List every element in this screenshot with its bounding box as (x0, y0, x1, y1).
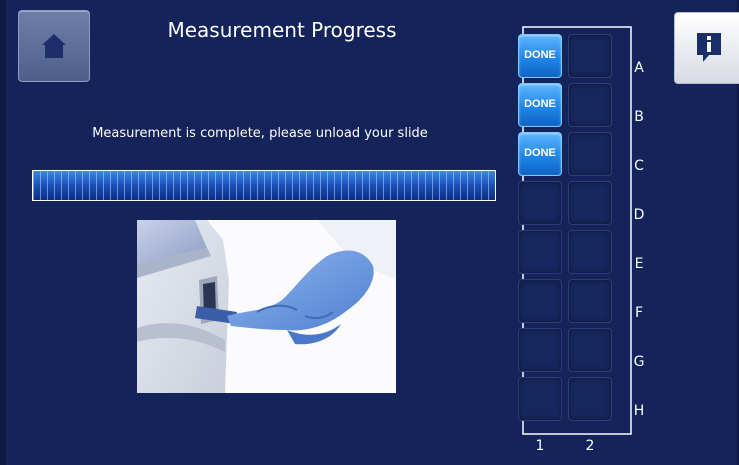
well-f2 (568, 279, 612, 323)
well-h1 (518, 377, 562, 421)
page-title: Measurement Progress (167, 18, 397, 42)
home-icon (42, 34, 66, 58)
well-h2 (568, 377, 612, 421)
row-label-f: F (634, 305, 644, 321)
row-label-c: C (634, 158, 644, 174)
well-a1: DONE (518, 34, 562, 78)
done-label: DONE (524, 98, 556, 110)
well-b1: DONE (518, 83, 562, 127)
measurement-screen: Measurement Progress Measurement is comp… (0, 0, 739, 465)
well-d2 (568, 181, 612, 225)
progress-bar (32, 170, 496, 201)
row-label-e: E (634, 256, 644, 272)
row-label-h: H (633, 403, 645, 419)
info-button[interactable] (674, 12, 739, 84)
well-c2 (568, 132, 612, 176)
done-label: DONE (524, 49, 556, 61)
well-e1 (518, 230, 562, 274)
well-e2 (568, 230, 612, 274)
home-button[interactable] (18, 10, 90, 82)
unload-slide-illustration (137, 220, 396, 393)
done-label: DONE (524, 147, 556, 159)
status-message: Measurement is complete, please unload y… (92, 126, 428, 141)
well-g2 (568, 328, 612, 372)
well-b2 (568, 83, 612, 127)
row-label-g: G (633, 354, 645, 370)
column-label-2: 2 (585, 438, 595, 454)
row-label-b: B (634, 109, 644, 125)
well-g1 (518, 328, 562, 372)
well-c1: DONE (518, 132, 562, 176)
row-label-d: D (633, 207, 645, 223)
info-icon (697, 33, 721, 62)
well-a2 (568, 34, 612, 78)
well-d1 (518, 181, 562, 225)
column-label-1: 1 (535, 438, 545, 454)
row-label-a: A (634, 60, 644, 76)
progress-bar-fill (33, 171, 495, 200)
well-f1 (518, 279, 562, 323)
